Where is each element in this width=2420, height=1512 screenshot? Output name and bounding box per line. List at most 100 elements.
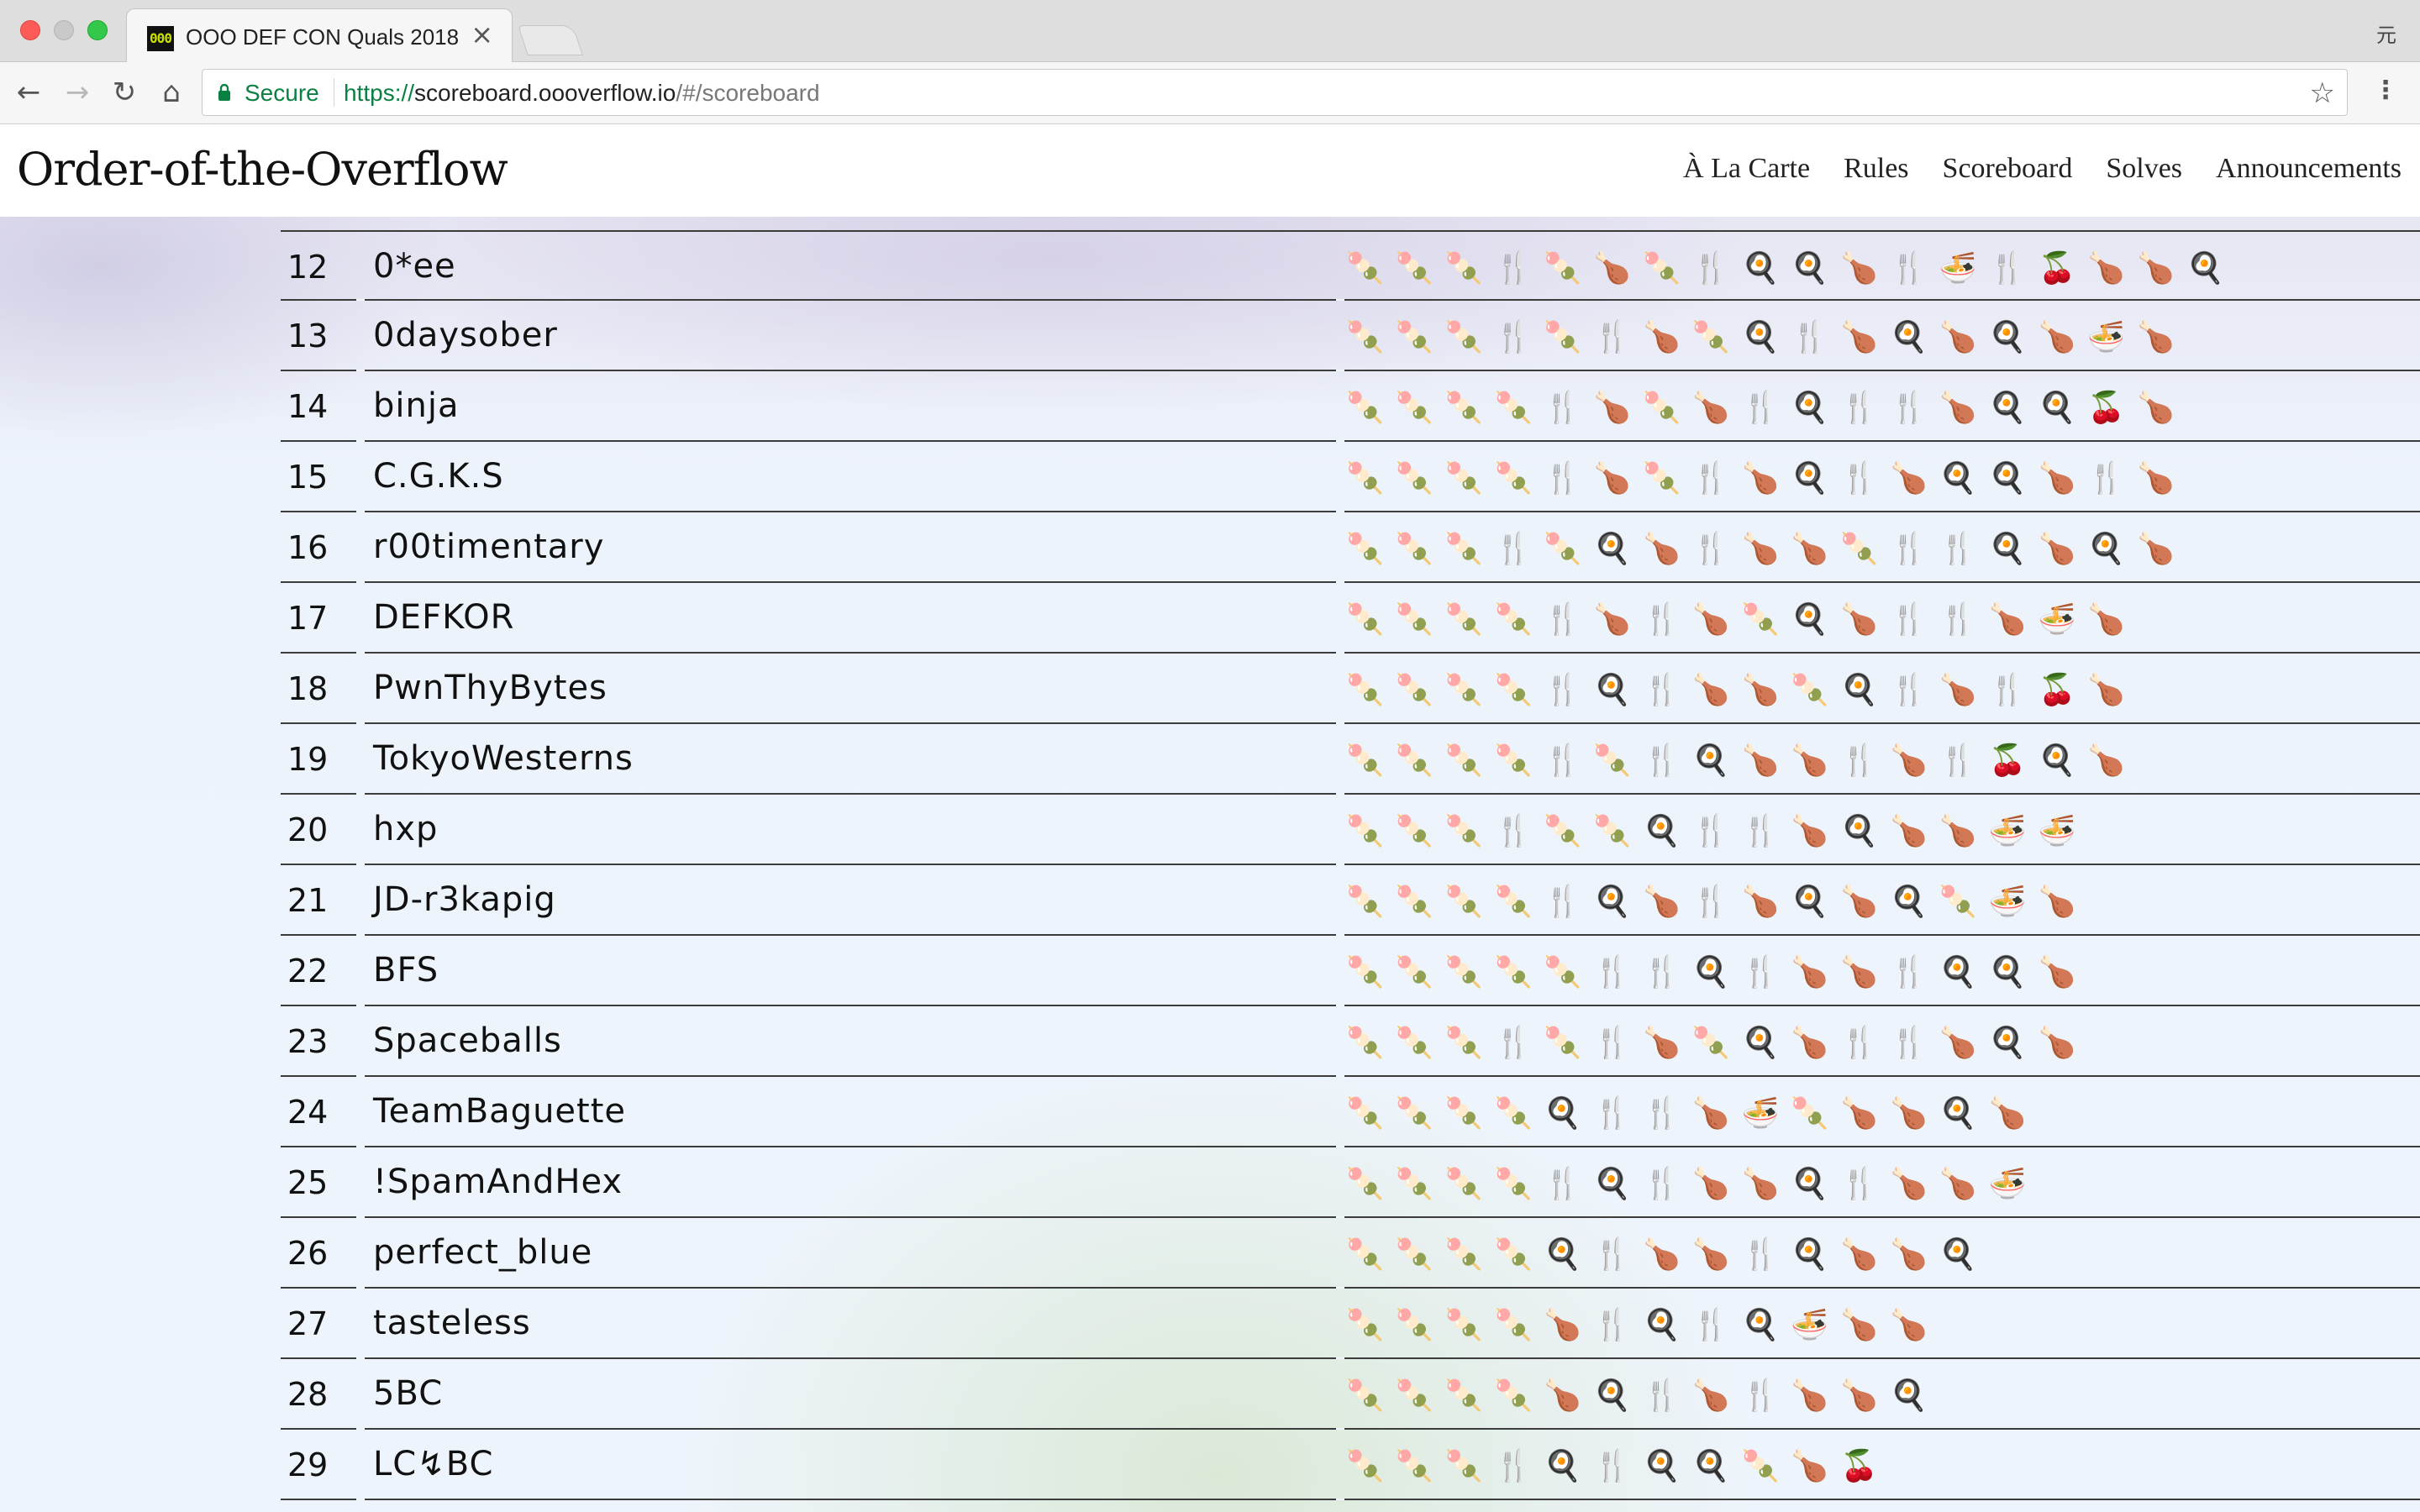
column-gap	[1336, 1499, 1344, 1500]
team-name[interactable]: Spaceballs	[373, 1021, 562, 1060]
home-icon[interactable]: ⌂	[155, 76, 188, 109]
team-name[interactable]: TeamBaguette	[373, 1092, 626, 1131]
team-rank: 20	[287, 811, 329, 848]
team-name[interactable]: 0daysober	[373, 316, 558, 354]
table-row: 23 Spaceballs 🍡🍡🍡🍴🍡🍴🍗🍡🍳🍗🍴🍴🍗🍳🍗	[281, 1006, 2420, 1077]
nav-scoreboard[interactable]: Scoreboard	[1943, 153, 2073, 185]
team-rank: 16	[287, 529, 329, 566]
team-solve-icons: 🍡🍡🍡🍴🍡🍗🍡🍴🍳🍳🍗🍴🍜🍴🍒🍗🍗🍳	[1346, 251, 2236, 286]
nav-announcements[interactable]: Announcements	[2216, 153, 2402, 185]
team-rank: 17	[287, 600, 329, 637]
team-name[interactable]: binja	[373, 386, 459, 425]
team-rank: 25	[287, 1164, 329, 1201]
team-solve-icons: 🍡🍡🍡🍡🍴🍗🍡🍗🍴🍳🍴🍴🍗🍳🍳🍒🍗	[1346, 391, 2187, 425]
team-solve-icons: 🍡🍡🍡🍡🍴🍗🍡🍴🍗🍳🍴🍗🍳🍳🍗🍴🍗	[1346, 461, 2187, 496]
team-name[interactable]: tasteless	[373, 1304, 531, 1342]
table-row: 25 !SpamAndHex 🍡🍡🍡🍡🍴🍳🍴🍗🍗🍳🍴🍗🍗🍜	[281, 1147, 2420, 1218]
browser-toolbar: ← → ↻ ⌂ Secure https://scoreboard.ooover…	[0, 62, 2420, 124]
team-name[interactable]: !SpamAndHex	[373, 1163, 623, 1201]
profile-icon[interactable]: 元	[2376, 18, 2396, 48]
scoreboard-page: 12 0*ee 🍡🍡🍡🍴🍡🍗🍡🍴🍳🍳🍗🍴🍜🍴🍒🍗🍗🍳 13 0daysober 🍡🍡🍡🍴🍡…	[0, 217, 2420, 1512]
team-name[interactable]: hxp	[373, 810, 438, 848]
team-solve-icons: 🍡🍡🍡🍡🍳🍴🍴🍗🍜🍡🍗🍗🍳🍗	[1346, 1096, 2039, 1131]
table-row: 13 0daysober 🍡🍡🍡🍴🍡🍴🍗🍡🍳🍴🍗🍳🍗🍳🍗🍜🍗	[281, 301, 2420, 371]
browser-menu-icon[interactable]: ⋮	[2373, 74, 2398, 108]
nav-solves[interactable]: Solves	[2106, 153, 2182, 185]
table-row: 20 hxp 🍡🍡🍡🍴🍡🍡🍳🍴🍴🍗🍳🍗🍗🍜🍜	[281, 795, 2420, 865]
table-row: 12 0*ee 🍡🍡🍡🍴🍡🍗🍡🍴🍳🍳🍗🍴🍜🍴🍒🍗🍗🍳	[281, 230, 2420, 301]
team-rank: 29	[287, 1446, 329, 1483]
team-rank: 21	[287, 882, 329, 919]
window-close-button[interactable]	[20, 20, 40, 40]
ooo-favicon-icon: 000	[147, 26, 174, 51]
team-name[interactable]: JD-r3kapig	[373, 880, 556, 919]
site-header: Order-of-the-Overflow À La Carte Rules S…	[0, 124, 2420, 217]
team-name[interactable]: BFS	[373, 951, 439, 990]
team-rank: 13	[287, 318, 329, 354]
team-rank: 19	[287, 741, 329, 778]
table-row: 27 tasteless 🍡🍡🍡🍡🍗🍴🍳🍴🍳🍜🍗🍗	[281, 1289, 2420, 1359]
tab-close-icon[interactable]: ×	[471, 18, 493, 50]
team-rank: 14	[287, 388, 329, 425]
team-solve-icons: 🍡🍡🍡🍡🍗🍴🍳🍴🍳🍜🍗🍗	[1346, 1308, 1939, 1342]
team-name[interactable]: TokyoWesterns	[373, 739, 634, 778]
lock-icon	[218, 84, 230, 101]
window-maximize-button[interactable]	[87, 20, 108, 40]
table-row: 22 BFS 🍡🍡🍡🍡🍡🍴🍴🍳🍴🍗🍗🍴🍳🍳🍗	[281, 936, 2420, 1006]
team-solve-icons: 🍡🍡🍡🍡🍳🍴🍗🍗🍴🍳🍗🍗🍳	[1346, 1237, 1989, 1272]
team-name[interactable]: 5BC	[373, 1374, 443, 1413]
table-row: 17 DEFKOR 🍡🍡🍡🍡🍴🍗🍴🍗🍡🍳🍗🍴🍴🍗🍜🍗	[281, 583, 2420, 654]
team-solve-icons: 🍡🍡🍡🍴🍡🍡🍳🍴🍴🍗🍳🍗🍗🍜🍜	[1346, 814, 2088, 848]
table-row: 21 JD-r3kapig 🍡🍡🍡🍡🍴🍳🍗🍴🍗🍳🍗🍳🍡🍜🍗	[281, 865, 2420, 936]
team-rank: 28	[287, 1376, 329, 1413]
browser-tab[interactable]: 000 OOO DEF CON Quals 2018 ×	[126, 8, 513, 64]
table-row: 18 PwnThyBytes 🍡🍡🍡🍡🍴🍳🍴🍗🍗🍡🍳🍴🍗🍴🍒🍗	[281, 654, 2420, 724]
team-solve-icons: 🍡🍡🍡🍡🍡🍴🍴🍳🍴🍗🍗🍴🍳🍳🍗	[1346, 955, 2088, 990]
team-solve-icons: 🍡🍡🍡🍡🍴🍳🍴🍗🍗🍡🍳🍴🍗🍴🍒🍗	[1346, 673, 2138, 707]
browser-tab-strip: 000 OOO DEF CON Quals 2018 × 元	[0, 0, 2420, 64]
site-nav: À La Carte Rules Scoreboard Solves Annou…	[1683, 153, 2402, 185]
team-solve-icons: 🍡🍡🍡🍡🍴🍡🍴🍳🍗🍗🍴🍗🍴🍒🍳🍗	[1346, 743, 2138, 778]
team-rank: 22	[287, 953, 329, 990]
team-rank: 27	[287, 1305, 329, 1342]
url-text[interactable]: https://scoreboard.oooverflow.io/#/score…	[344, 80, 820, 107]
team-solve-icons: 🍡🍡🍡🍡🍗🍳🍴🍗🍴🍗🍗🍳	[1346, 1378, 1939, 1413]
team-rank: 24	[287, 1094, 329, 1131]
table-row: 28 5BC 🍡🍡🍡🍡🍗🍳🍴🍗🍴🍗🍗🍳	[281, 1359, 2420, 1430]
team-rank: 18	[287, 670, 329, 707]
team-name[interactable]: perfect_blue	[373, 1233, 592, 1272]
window-minimize-button[interactable]	[54, 20, 74, 40]
team-solve-icons: 🍡🍡🍡🍡🍴🍳🍗🍴🍗🍳🍗🍳🍡🍜🍗	[1346, 885, 2088, 919]
team-rank: 26	[287, 1235, 329, 1272]
team-name[interactable]: LC↯BC	[373, 1445, 493, 1483]
address-bar[interactable]: Secure https://scoreboard.oooverflow.io/…	[202, 69, 2348, 116]
tab-title: OOO DEF CON Quals 2018	[186, 24, 460, 50]
table-row: 19 TokyoWesterns 🍡🍡🍡🍡🍴🍡🍴🍳🍗🍗🍴🍗🍴🍒🍳🍗	[281, 724, 2420, 795]
new-tab-button[interactable]	[518, 25, 583, 55]
site-brand[interactable]: Order-of-the-Overflow	[17, 143, 508, 196]
team-solve-icons: 🍡🍡🍡🍴🍡🍴🍗🍡🍳🍴🍗🍳🍗🍳🍗🍜🍗	[1346, 320, 2187, 354]
reload-icon[interactable]: ↻	[108, 76, 141, 109]
forward-arrow-icon[interactable]: →	[60, 76, 94, 109]
team-name[interactable]: PwnThyBytes	[373, 669, 608, 707]
back-arrow-icon[interactable]: ←	[12, 76, 45, 109]
team-solve-icons: 🍡🍡🍡🍴🍡🍳🍗🍴🍗🍗🍡🍴🍴🍳🍗🍳🍗	[1346, 532, 2187, 566]
team-rank: 12	[287, 249, 329, 286]
team-name[interactable]: DEFKOR	[373, 598, 514, 637]
table-row: 14 binja 🍡🍡🍡🍡🍴🍗🍡🍗🍴🍳🍴🍴🍗🍳🍳🍒🍗	[281, 371, 2420, 442]
team-name[interactable]: 0*ee	[373, 247, 456, 286]
scoreboard-table: 12 0*ee 🍡🍡🍡🍴🍡🍗🍡🍴🍳🍳🍗🍴🍜🍴🍒🍗🍗🍳 13 0daysober 🍡🍡🍡🍴🍡…	[281, 230, 2420, 1500]
secure-label: Secure	[245, 80, 319, 106]
nav-rules[interactable]: Rules	[1844, 153, 1908, 185]
nav-a-la-carte[interactable]: À La Carte	[1683, 153, 1810, 185]
team-solve-icons: 🍡🍡🍡🍡🍴🍗🍴🍗🍡🍳🍗🍴🍴🍗🍜🍗	[1346, 602, 2138, 637]
table-row: 26 perfect_blue 🍡🍡🍡🍡🍳🍴🍗🍗🍴🍳🍗🍗🍳	[281, 1218, 2420, 1289]
table-row: 15 C.G.K.S 🍡🍡🍡🍡🍴🍗🍡🍴🍗🍳🍴🍗🍳🍳🍗🍴🍗	[281, 442, 2420, 512]
team-rank: 15	[287, 459, 329, 496]
team-name[interactable]: r00timentary	[373, 528, 604, 566]
url-path: /#/scoreboard	[676, 80, 820, 106]
table-row: 16 r00timentary 🍡🍡🍡🍴🍡🍳🍗🍴🍗🍗🍡🍴🍴🍳🍗🍳🍗	[281, 512, 2420, 583]
url-scheme: https://	[344, 80, 415, 106]
team-name[interactable]: C.G.K.S	[373, 457, 504, 496]
bookmark-star-icon[interactable]: ☆	[2310, 76, 2335, 110]
